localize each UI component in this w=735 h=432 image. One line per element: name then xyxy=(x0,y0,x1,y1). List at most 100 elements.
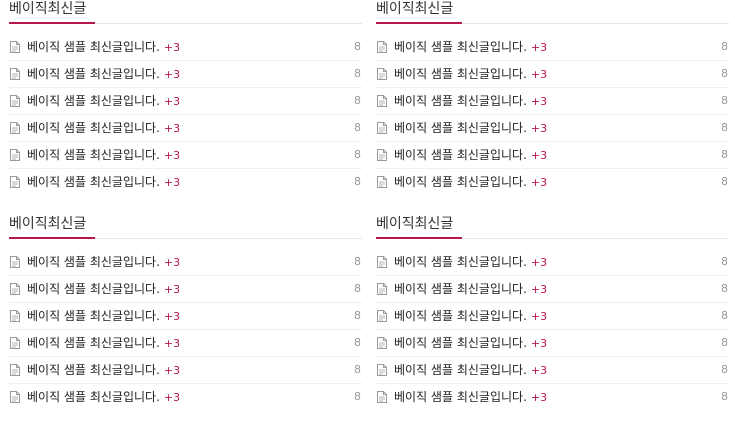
post-row[interactable]: 베이직 샘플 최신글입니다. +3 8 xyxy=(9,249,362,276)
post-title[interactable]: 베이직 샘플 최신글입니다. xyxy=(27,255,160,269)
comment-count: +3 xyxy=(163,68,181,81)
post-title[interactable]: 베이직 샘플 최신글입니다. xyxy=(394,336,527,350)
post-title[interactable]: 베이직 샘플 최신글입니다. xyxy=(394,94,527,108)
post-row[interactable]: 베이직 샘플 최신글입니다. +3 8 xyxy=(376,88,729,115)
post-row[interactable]: 베이직 샘플 최신글입니다. +3 8 xyxy=(376,384,729,410)
post-title[interactable]: 베이직 샘플 최신글입니다. xyxy=(27,309,160,323)
post-title[interactable]: 베이직 샘플 최신글입니다. xyxy=(27,336,160,350)
post-title[interactable]: 베이직 샘플 최신글입니다. xyxy=(394,40,527,54)
post-title-link[interactable]: 베이직 샘플 최신글입니다. +3 xyxy=(27,254,180,271)
post-title[interactable]: 베이직 샘플 최신글입니다. xyxy=(394,363,527,377)
post-title[interactable]: 베이직 샘플 최신글입니다. xyxy=(394,121,527,135)
post-title-link[interactable]: 베이직 샘플 최신글입니다. +3 xyxy=(27,389,180,406)
post-title-link[interactable]: 베이직 샘플 최신글입니다. +3 xyxy=(27,174,180,191)
post-title[interactable]: 베이직 샘플 최신글입니다. xyxy=(394,390,527,404)
post-title[interactable]: 베이직 샘플 최신글입니다. xyxy=(394,309,527,323)
post-title[interactable]: 베이직 샘플 최신글입니다. xyxy=(27,40,160,54)
post-row[interactable]: 베이직 샘플 최신글입니다. +3 8 xyxy=(376,357,729,384)
post-row[interactable]: 베이직 샘플 최신글입니다. +3 8 xyxy=(376,169,729,195)
view-count: 8 xyxy=(721,67,728,80)
post-title[interactable]: 베이직 샘플 최신글입니다. xyxy=(394,255,527,269)
post-row[interactable]: 베이직 샘플 최신글입니다. +3 8 xyxy=(376,249,729,276)
comment-count: +3 xyxy=(163,337,181,350)
post-title-link[interactable]: 베이직 샘플 최신글입니다. +3 xyxy=(394,39,547,56)
post-row[interactable]: 베이직 샘플 최신글입니다. +3 8 xyxy=(376,61,729,88)
post-row[interactable]: 베이직 샘플 최신글입니다. +3 8 xyxy=(9,88,362,115)
post-row[interactable]: 베이직 샘플 최신글입니다. +3 8 xyxy=(9,115,362,142)
widget-title[interactable]: 베이직최신글 xyxy=(9,0,86,18)
comment-count: +3 xyxy=(163,256,181,269)
post-title[interactable]: 베이직 샘플 최신글입니다. xyxy=(27,148,160,162)
post-row[interactable]: 베이직 샘플 최신글입니다. +3 8 xyxy=(376,330,729,357)
comment-count: +3 xyxy=(163,176,181,189)
post-title-link[interactable]: 베이직 샘플 최신글입니다. +3 xyxy=(394,362,547,379)
post-row[interactable]: 베이직 샘플 최신글입니다. +3 8 xyxy=(9,142,362,169)
post-row[interactable]: 베이직 샘플 최신글입니다. +3 8 xyxy=(376,303,729,330)
post-row[interactable]: 베이직 샘플 최신글입니다. +3 8 xyxy=(9,169,362,195)
post-title[interactable]: 베이직 샘플 최신글입니다. xyxy=(27,94,160,108)
widget-title-underline xyxy=(376,237,462,239)
post-title-link[interactable]: 베이직 샘플 최신글입니다. +3 xyxy=(394,335,547,352)
post-title-link[interactable]: 베이직 샘플 최신글입니다. +3 xyxy=(394,120,547,137)
view-count: 8 xyxy=(721,336,728,349)
document-icon xyxy=(10,337,20,349)
post-title-link[interactable]: 베이직 샘플 최신글입니다. +3 xyxy=(394,389,547,406)
post-title-link[interactable]: 베이직 샘플 최신글입니다. +3 xyxy=(27,66,180,83)
post-title-link[interactable]: 베이직 샘플 최신글입니다. +3 xyxy=(394,147,547,164)
post-row[interactable]: 베이직 샘플 최신글입니다. +3 8 xyxy=(9,34,362,61)
post-title[interactable]: 베이직 샘플 최신글입니다. xyxy=(394,175,527,189)
comment-count: +3 xyxy=(530,95,548,108)
post-title-link[interactable]: 베이직 샘플 최신글입니다. +3 xyxy=(27,281,180,298)
view-count: 8 xyxy=(721,282,728,295)
view-count: 8 xyxy=(354,309,361,322)
post-title-link[interactable]: 베이직 샘플 최신글입니다. +3 xyxy=(27,362,180,379)
post-title[interactable]: 베이직 샘플 최신글입니다. xyxy=(27,282,160,296)
document-icon xyxy=(10,310,20,322)
latest-posts-widget: 베이직최신글 베이직 샘플 최신글입니다. +3 8 베이직 샘플 최신글입니다.… xyxy=(9,215,362,410)
post-title-link[interactable]: 베이직 샘플 최신글입니다. +3 xyxy=(27,93,180,110)
widget-title[interactable]: 베이직최신글 xyxy=(9,215,86,233)
post-title-link[interactable]: 베이직 샘플 최신글입니다. +3 xyxy=(394,93,547,110)
post-row[interactable]: 베이직 샘플 최신글입니다. +3 8 xyxy=(376,276,729,303)
post-row[interactable]: 베이직 샘플 최신글입니다. +3 8 xyxy=(9,61,362,88)
document-icon xyxy=(10,95,20,107)
post-title-link[interactable]: 베이직 샘플 최신글입니다. +3 xyxy=(27,39,180,56)
post-row[interactable]: 베이직 샘플 최신글입니다. +3 8 xyxy=(376,115,729,142)
post-title[interactable]: 베이직 샘플 최신글입니다. xyxy=(27,390,160,404)
post-title-link[interactable]: 베이직 샘플 최신글입니다. +3 xyxy=(27,147,180,164)
post-title[interactable]: 베이직 샘플 최신글입니다. xyxy=(27,175,160,189)
post-title-link[interactable]: 베이직 샘플 최신글입니다. +3 xyxy=(27,335,180,352)
widget-title[interactable]: 베이직최신글 xyxy=(376,0,453,18)
post-title-link[interactable]: 베이직 샘플 최신글입니다. +3 xyxy=(27,120,180,137)
comment-count: +3 xyxy=(530,41,548,54)
post-title[interactable]: 베이직 샘플 최신글입니다. xyxy=(27,363,160,377)
post-row[interactable]: 베이직 샘플 최신글입니다. +3 8 xyxy=(9,276,362,303)
post-list: 베이직 샘플 최신글입니다. +3 8 베이직 샘플 최신글입니다. +3 8 베이… xyxy=(376,34,729,195)
post-title-link[interactable]: 베이직 샘플 최신글입니다. +3 xyxy=(27,308,180,325)
document-icon xyxy=(10,391,20,403)
post-row[interactable]: 베이직 샘플 최신글입니다. +3 8 xyxy=(376,142,729,169)
post-title[interactable]: 베이직 샘플 최신글입니다. xyxy=(394,67,527,81)
post-title[interactable]: 베이직 샘플 최신글입니다. xyxy=(27,121,160,135)
post-title-link[interactable]: 베이직 샘플 최신글입니다. +3 xyxy=(394,254,547,271)
view-count: 8 xyxy=(354,282,361,295)
post-title[interactable]: 베이직 샘플 최신글입니다. xyxy=(394,282,527,296)
post-list: 베이직 샘플 최신글입니다. +3 8 베이직 샘플 최신글입니다. +3 8 베이… xyxy=(9,34,362,195)
comment-count: +3 xyxy=(163,391,181,404)
post-title-link[interactable]: 베이직 샘플 최신글입니다. +3 xyxy=(394,174,547,191)
document-icon xyxy=(10,68,20,80)
view-count: 8 xyxy=(721,363,728,376)
comment-count: +3 xyxy=(163,122,181,135)
post-row[interactable]: 베이직 샘플 최신글입니다. +3 8 xyxy=(376,34,729,61)
post-row[interactable]: 베이직 샘플 최신글입니다. +3 8 xyxy=(9,384,362,410)
post-title-link[interactable]: 베이직 샘플 최신글입니다. +3 xyxy=(394,66,547,83)
post-title[interactable]: 베이직 샘플 최신글입니다. xyxy=(394,148,527,162)
post-title-link[interactable]: 베이직 샘플 최신글입니다. +3 xyxy=(394,308,547,325)
post-title-link[interactable]: 베이직 샘플 최신글입니다. +3 xyxy=(394,281,547,298)
post-row[interactable]: 베이직 샘플 최신글입니다. +3 8 xyxy=(9,303,362,330)
widget-title[interactable]: 베이직최신글 xyxy=(376,215,453,233)
post-row[interactable]: 베이직 샘플 최신글입니다. +3 8 xyxy=(9,357,362,384)
widget-header: 베이직최신글 xyxy=(9,215,362,239)
post-title[interactable]: 베이직 샘플 최신글입니다. xyxy=(27,67,160,81)
post-row[interactable]: 베이직 샘플 최신글입니다. +3 8 xyxy=(9,330,362,357)
